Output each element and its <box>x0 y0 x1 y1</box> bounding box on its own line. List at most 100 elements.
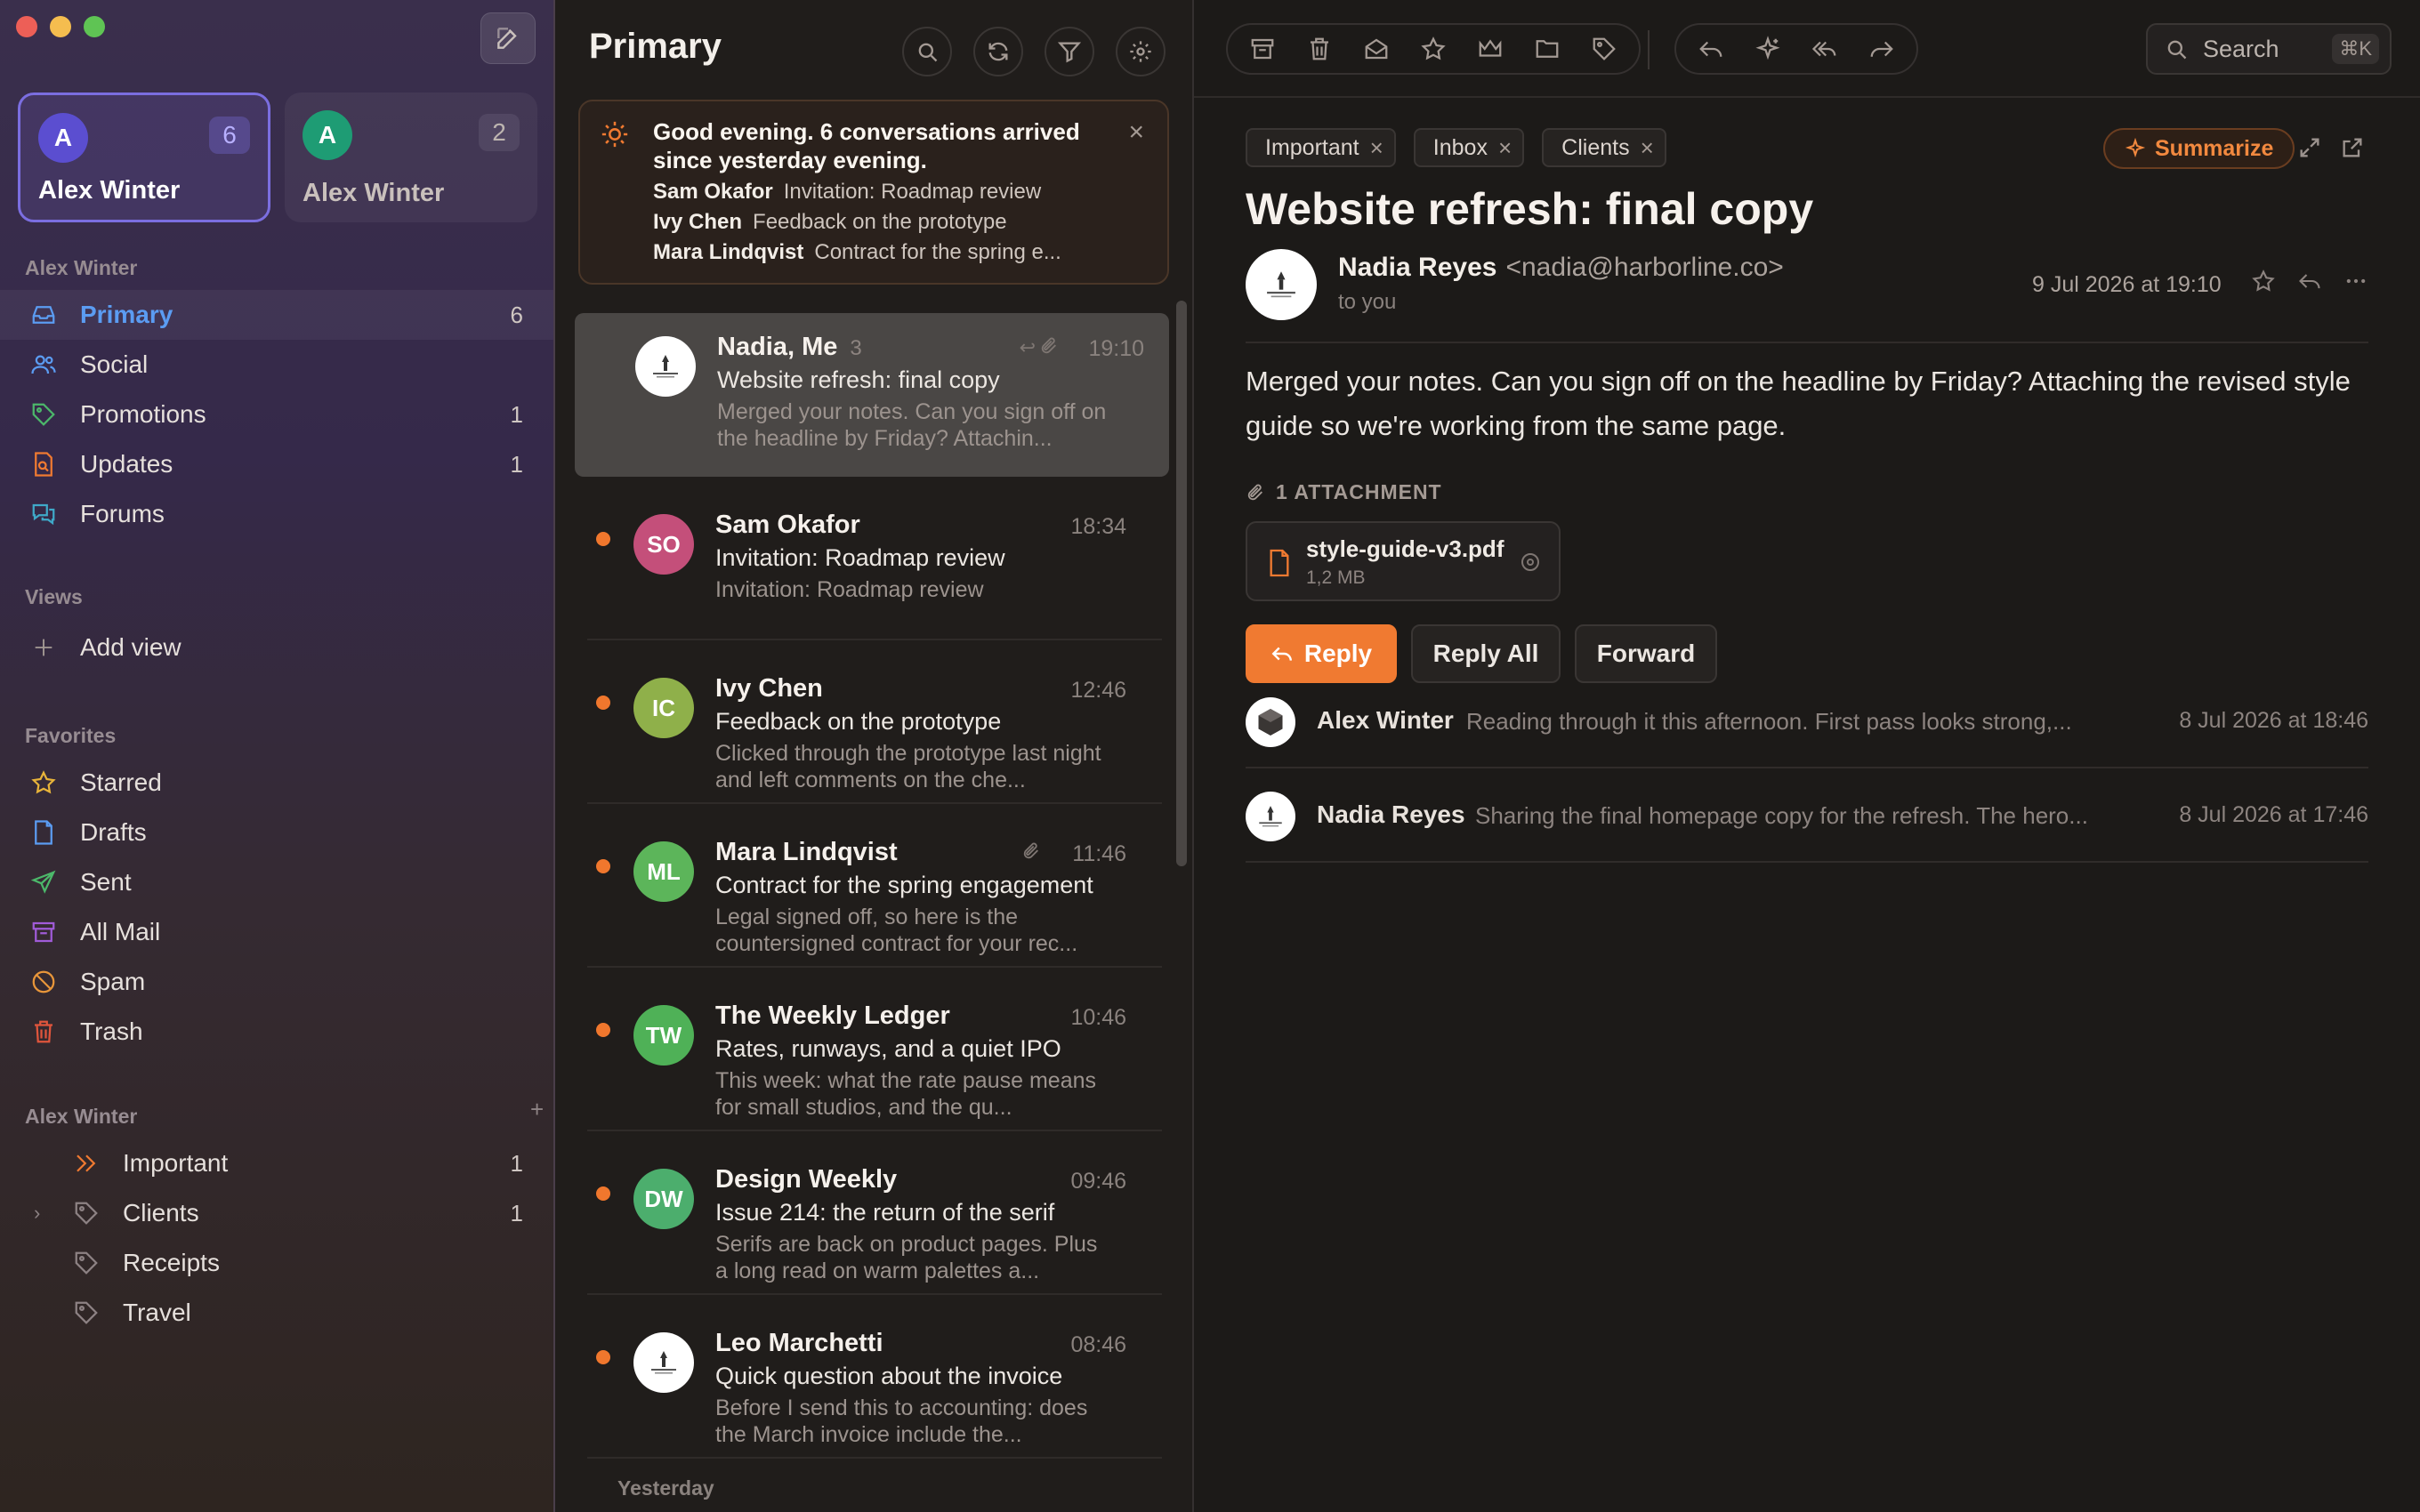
delete-button[interactable] <box>1294 27 1345 71</box>
list-item[interactable]: Leo Marchetti 08:46 Quick question about… <box>573 1309 1151 1473</box>
list-item[interactable]: IC Ivy Chen 12:46 Feedback on the protot… <box>573 655 1151 818</box>
divider <box>587 802 1162 804</box>
recipient-line: to you <box>1338 290 1397 314</box>
account-name: Alex Winter <box>302 179 445 207</box>
attachment-name: style-guide-v3.pdf <box>1306 535 1504 562</box>
chat-bubbles-icon <box>27 497 60 531</box>
thread-sender: Nadia Reyes <box>1317 800 1465 828</box>
search-input[interactable]: Search ⌘K <box>2146 23 2392 75</box>
archive-button[interactable] <box>1237 27 1288 71</box>
toolbar-group-actions <box>1226 23 1641 75</box>
sidebar-item-important[interactable]: Important 1 <box>0 1138 553 1188</box>
important-button[interactable] <box>1464 27 1516 71</box>
label-chip[interactable]: Important × <box>1246 128 1396 167</box>
crown-icon <box>1479 39 1502 57</box>
list-item[interactable]: ML Mara Lindqvist 11:46 Contract for the… <box>573 818 1151 982</box>
sidebar-item-sent[interactable]: Sent <box>0 857 553 907</box>
sidebar-item-travel[interactable]: Travel <box>0 1288 553 1338</box>
account-card-active[interactable]: A 6 Alex Winter <box>18 92 270 222</box>
add-label-button[interactable]: + <box>530 1096 544 1123</box>
section-title-favorites: Favorites <box>25 724 117 747</box>
reply-all-toolbar-button[interactable] <box>1799 27 1851 71</box>
sidebar-item-updates[interactable]: Updates 1 <box>0 439 553 489</box>
move-to-folder-button[interactable] <box>1521 27 1573 71</box>
list-item[interactable]: TW The Weekly Ledger 10:46 Rates, runway… <box>573 982 1151 1146</box>
sidebar-item-clients[interactable]: › Clients 1 <box>0 1188 553 1238</box>
sidebar-item-all-mail[interactable]: All Mail <box>0 907 553 957</box>
list-item[interactable]: DW Design Weekly 09:46 Issue 214: the re… <box>573 1146 1151 1309</box>
search-button[interactable] <box>902 27 952 76</box>
sidebar-item-label: Primary <box>80 301 173 328</box>
more-options-icon[interactable] <box>2343 269 2368 298</box>
label-chip[interactable]: Inbox × <box>1413 128 1525 167</box>
star-icon <box>27 766 60 800</box>
close-icon[interactable]: × <box>1128 117 1144 148</box>
remove-label-icon[interactable]: × <box>1370 134 1383 162</box>
filter-button[interactable] <box>1045 27 1094 76</box>
forward-toolbar-button[interactable] <box>1856 27 1908 71</box>
summary-row[interactable]: Sam Okafor Invitation: Roadmap review <box>653 180 1151 205</box>
sidebar-item-label: Clients <box>123 1199 199 1226</box>
draft-icon <box>27 816 60 849</box>
sidebar-item-promotions[interactable]: Promotions 1 <box>0 390 553 439</box>
summarize-button[interactable]: Summarize <box>2103 128 2295 169</box>
reply-icon[interactable] <box>2297 269 2322 298</box>
open-in-window-icon[interactable] <box>2340 135 2365 165</box>
sidebar-item-drafts[interactable]: Drafts <box>0 808 553 857</box>
sidebar-item-spam[interactable]: Spam <box>0 957 553 1007</box>
archive-icon <box>1251 38 1274 60</box>
add-view-button[interactable]: Add view <box>0 623 553 672</box>
sidebar-item-trash[interactable]: Trash <box>0 1007 553 1057</box>
settings-button[interactable] <box>1116 27 1166 76</box>
list-scrollbar[interactable] <box>1176 301 1187 866</box>
summary-row[interactable]: Ivy Chen Feedback on the prototype <box>653 210 1151 235</box>
sidebar-item-social[interactable]: Social <box>0 340 553 390</box>
folder-icon <box>1536 40 1559 58</box>
message-subject: Invitation: Roadmap review <box>715 544 1005 571</box>
message-sender: The Weekly Ledger <box>715 1001 950 1030</box>
refresh-button[interactable] <box>973 27 1023 76</box>
mark-read-button[interactable] <box>1351 27 1402 71</box>
remove-label-icon[interactable]: × <box>1641 134 1654 162</box>
expand-icon[interactable] <box>2297 135 2322 165</box>
trash-icon <box>27 1015 60 1049</box>
tag-icon <box>1593 37 1616 60</box>
sender-email: <nadia@harborline.co> <box>1505 253 1784 282</box>
thread-preview: Sharing the final homepage copy for the … <box>1475 802 2088 829</box>
compose-button[interactable] <box>480 12 536 64</box>
minimize-window-button[interactable] <box>50 16 71 37</box>
chevron-right-icon[interactable]: › <box>34 1202 40 1225</box>
message-time: 08:46 <box>1070 1332 1126 1357</box>
sidebar-item-label: Spam <box>80 968 146 995</box>
preview-eye-icon[interactable] <box>1520 551 1541 577</box>
sidebar-item-primary[interactable]: Primary 6 <box>0 290 553 340</box>
close-window-button[interactable] <box>16 16 37 37</box>
star-icon[interactable] <box>2251 269 2276 298</box>
thread-message[interactable]: Alex Winter Reading through it this afte… <box>1246 674 2368 768</box>
paperclip-icon <box>1021 841 1041 866</box>
attachment-card[interactable]: style-guide-v3.pdf 1,2 MB <box>1246 521 1561 601</box>
toolbar-group-reply <box>1674 23 1918 75</box>
reply-toolbar-button[interactable] <box>1685 27 1737 71</box>
message-time: 12:46 <box>1070 678 1126 703</box>
list-item[interactable]: SO Sam Okafor 18:34 Invitation: Roadmap … <box>573 491 1151 655</box>
label-chip[interactable]: Clients × <box>1542 128 1666 167</box>
account-card[interactable]: A 2 Alex Winter <box>285 92 537 222</box>
thread-message[interactable]: Nadia Reyes Sharing the final homepage c… <box>1246 768 2368 863</box>
sender-name[interactable]: Nadia Reyes <nadia@harborline.co> <box>1338 253 1784 283</box>
summary-row[interactable]: Mara Lindqvist Contract for the spring e.… <box>653 240 1151 265</box>
sidebar-item-forums[interactable]: Forums <box>0 489 553 539</box>
label-button[interactable] <box>1578 27 1630 71</box>
avatar: SO <box>633 514 694 575</box>
ai-assist-button[interactable] <box>1742 27 1794 71</box>
remove-label-icon[interactable]: × <box>1498 134 1512 162</box>
attachment-size: 1,2 MB <box>1306 567 1366 588</box>
gear-icon <box>1130 41 1151 62</box>
sidebar-item-receipts[interactable]: Receipts <box>0 1238 553 1288</box>
list-item[interactable]: Nadia, Me 3 ↩ 19:10 Website refresh: fina… <box>575 313 1169 477</box>
zoom-window-button[interactable] <box>84 16 105 37</box>
star-button[interactable] <box>1408 27 1459 71</box>
divider <box>587 1457 1162 1459</box>
sidebar-item-starred[interactable]: Starred <box>0 758 553 808</box>
message-subject: Quick question about the invoice <box>715 1363 1063 1389</box>
